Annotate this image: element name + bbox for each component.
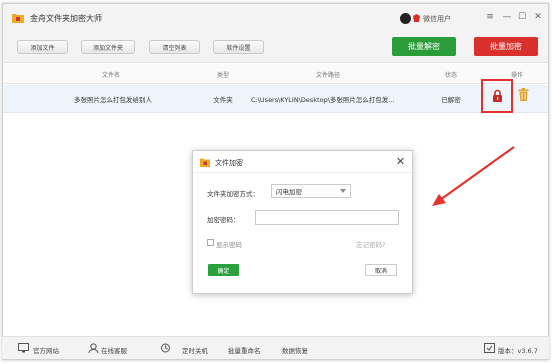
- encrypt-dialog: 文件加密 ✕ 文件夹加密方式： 闪电加密 加密密码： 显示密码 忘记密码? 确定…: [192, 150, 413, 294]
- forgot-password-link[interactable]: 忘记密码?: [356, 239, 385, 249]
- ok-button[interactable]: 确定: [208, 264, 239, 276]
- col-status: 状态: [444, 72, 457, 79]
- row-type: 文件夹: [213, 96, 233, 104]
- show-password-label[interactable]: 显示密码: [216, 239, 242, 249]
- table-header: 文件名 类型 文件路径 状态 操作: [3, 64, 548, 84]
- row-filename: 多张照片怎么打包发给别人: [74, 96, 152, 104]
- password-input[interactable]: [255, 210, 399, 225]
- close-icon[interactable]: ✕: [532, 11, 544, 23]
- row-path: C:\Users\KYLIN\Desktop\多张照片怎么打包发...: [251, 96, 395, 104]
- method-select[interactable]: 闪电加密: [271, 184, 351, 198]
- cancel-button[interactable]: 取消: [365, 264, 397, 276]
- clear-list-button[interactable]: 清空列表: [149, 40, 200, 54]
- add-folder-button[interactable]: 添加文件夹: [81, 40, 135, 54]
- app-title: 金舟文件夹加密大师: [30, 14, 102, 23]
- method-label: 文件夹加密方式：: [207, 190, 259, 198]
- col-path: 文件路径: [315, 72, 340, 79]
- table-row[interactable]: 多张照片怎么打包发给别人 文件夹 C:\Users\KYLIN\Desktop\…: [3, 85, 548, 113]
- method-value: 闪电加密: [276, 188, 302, 196]
- col-actions: 操作: [510, 72, 523, 79]
- chevron-down-icon: [340, 189, 346, 193]
- folder-lock-icon: [200, 158, 210, 167]
- minimize-icon[interactable]: —: [501, 11, 513, 23]
- lock-icon[interactable]: [492, 89, 503, 102]
- dialog-title: 文件加密: [215, 159, 243, 167]
- batch-encrypt-button[interactable]: 批量加密: [474, 37, 538, 56]
- trash-icon[interactable]: [518, 88, 529, 101]
- settings-button[interactable]: 软件设置: [213, 40, 264, 54]
- password-label: 加密密码：: [207, 216, 240, 224]
- app-logo-icon: [12, 14, 24, 23]
- toolbar: 添加文件 添加文件夹 清空列表 软件设置 批量解密 批量加密: [3, 31, 548, 63]
- row-status: 已解密: [441, 96, 461, 104]
- menu-icon[interactable]: ≡: [484, 11, 496, 23]
- vip-badge-icon: [413, 14, 420, 22]
- title-bar: 金舟文件夹加密大师 微信用户 ≡ — ☐ ✕: [3, 4, 548, 31]
- show-password-checkbox[interactable]: [207, 239, 214, 246]
- col-type: 类型: [216, 72, 229, 79]
- batch-decrypt-button[interactable]: 批量解密: [392, 37, 456, 56]
- dialog-header: 文件加密 ✕: [193, 151, 412, 173]
- user-avatar[interactable]: [400, 13, 411, 24]
- maximize-icon[interactable]: ☐: [516, 11, 528, 23]
- col-filename: 文件名: [101, 72, 120, 79]
- add-file-button[interactable]: 添加文件: [17, 40, 68, 54]
- dialog-close-icon[interactable]: ✕: [394, 155, 407, 168]
- user-name[interactable]: 微信用户: [423, 14, 451, 24]
